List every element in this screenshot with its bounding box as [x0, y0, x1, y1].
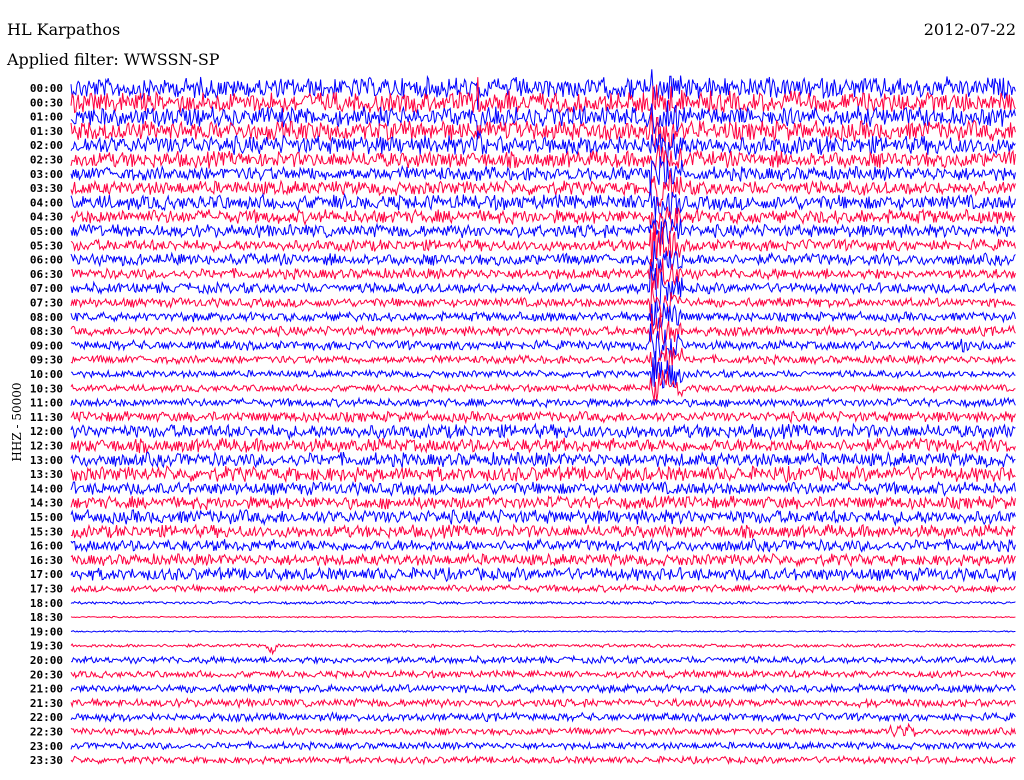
row-time-label: 21:00: [30, 683, 63, 696]
row-time-label: 22:00: [30, 711, 63, 724]
trace-row-2300: [70, 740, 1016, 752]
row-time-label: 17:30: [30, 583, 63, 596]
row-time-label: 20:00: [30, 654, 63, 667]
row-time-label: 18:30: [30, 611, 63, 624]
trace-row-1130: [70, 409, 1016, 425]
trace-row-1700: [70, 566, 1016, 583]
row-time-label: 00:00: [30, 82, 63, 95]
row-time-label: 12:30: [30, 440, 63, 453]
row-time-label: 17:00: [30, 568, 63, 581]
trace-row-1630: [70, 552, 1016, 568]
trace-row-1400: [70, 480, 1016, 497]
row-time-label: 07:30: [30, 297, 63, 310]
row-time-label: 23:00: [30, 740, 63, 753]
row-time-label: 15:00: [30, 511, 63, 524]
row-time-label: 05:30: [30, 239, 63, 252]
row-time-label: 11:30: [30, 411, 63, 424]
trace-row-2000: [70, 654, 1016, 666]
row-time-label: 11:00: [30, 397, 63, 410]
trace-row-1100: [70, 396, 1016, 409]
trace-row-0730: [70, 280, 1016, 319]
trace-row-2130: [70, 697, 1016, 710]
row-time-label: 00:30: [30, 96, 63, 109]
row-time-label: 10:30: [30, 382, 63, 395]
row-time-label: 18:00: [30, 597, 63, 610]
row-time-label: 19:00: [30, 625, 63, 638]
row-time-label: 16:00: [30, 540, 63, 553]
trace-row-2200: [70, 711, 1016, 724]
row-time-label: 21:30: [30, 697, 63, 710]
row-time-label: 05:00: [30, 225, 63, 238]
row-time-label: 13:00: [30, 454, 63, 467]
row-time-label: 06:00: [30, 254, 63, 267]
row-time-label: 09:30: [30, 354, 63, 367]
trace-row-1730: [70, 583, 1016, 594]
row-time-label: 02:00: [30, 139, 63, 152]
trace-row-0430: [70, 206, 1016, 242]
row-time-label: 01:30: [30, 125, 63, 138]
trace-row-1930: [70, 642, 1016, 656]
trace-row-0530: [70, 226, 1016, 269]
row-time-label: 19:30: [30, 640, 63, 653]
trace-row-2330: [70, 754, 1016, 766]
trace-row-1530: [70, 523, 1016, 540]
row-time-label: 16:30: [30, 554, 63, 567]
trace-row-1830: [70, 615, 1016, 619]
trace-row-1300: [70, 451, 1016, 469]
row-time-label: 06:30: [30, 268, 63, 281]
trace-row-1230: [70, 437, 1016, 455]
row-time-label: 23:30: [30, 754, 63, 767]
row-time-label: 14:00: [30, 482, 63, 495]
trace-row-1600: [70, 537, 1016, 553]
trace-row-0400: [70, 184, 1016, 220]
row-time-label: 09:00: [30, 339, 63, 352]
trace-row-0600: [70, 241, 1016, 274]
trace-row-2100: [70, 682, 1016, 695]
row-time-label: 08:30: [30, 325, 63, 338]
trace-row-0800: [70, 301, 1016, 331]
trace-row-1500: [70, 508, 1016, 527]
row-time-label: 01:00: [30, 111, 63, 124]
trace-row-1330: [70, 464, 1016, 484]
row-time-label: 22:30: [30, 726, 63, 739]
trace-row-0630: [70, 258, 1016, 290]
row-time-label: 14:30: [30, 497, 63, 510]
row-time-label: 15:30: [30, 525, 63, 538]
helicorder-plot: 00:0000:30 01:0001:3002:00 02:3003:0003:30…: [30, 69, 1016, 767]
trace-row-1200: [70, 422, 1016, 441]
trace-row-1800: [70, 600, 1016, 606]
row-time-label: 03:00: [30, 168, 63, 181]
row-time-label: 13:30: [30, 468, 63, 481]
trace-row-2030: [70, 668, 1016, 680]
row-time-label: 02:30: [30, 154, 63, 167]
row-time-label: 20:30: [30, 668, 63, 681]
row-time-label: 10:00: [30, 368, 63, 381]
row-time-label: 12:00: [30, 425, 63, 438]
trace-row-1900: [70, 629, 1016, 633]
trace-row-0030: [70, 77, 1016, 122]
row-time-label: 07:00: [30, 282, 63, 295]
trace-row-2230: [70, 722, 1016, 738]
row-time-label: 08:00: [30, 311, 63, 324]
row-time-label: 03:30: [30, 182, 63, 195]
row-time-label: 04:30: [30, 211, 63, 224]
trace-row-1430: [70, 494, 1016, 511]
row-time-label: 04:00: [30, 196, 63, 209]
